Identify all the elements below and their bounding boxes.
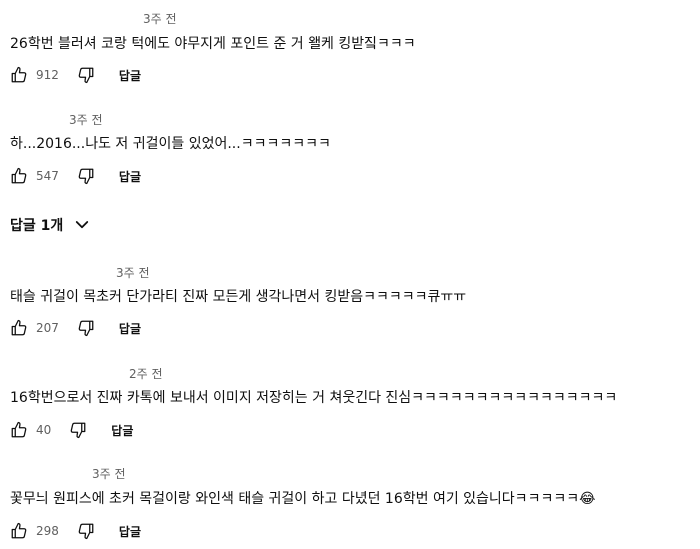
comment-timestamp: 3주 전 xyxy=(69,113,103,127)
comment-actions: 207 답글 xyxy=(10,318,141,338)
chevron-down-icon xyxy=(76,221,89,229)
comment-text: 태슬 귀걸이 목초커 단가라티 진짜 모든게 생각나면서 킹받음ㅋㅋㅋㅋㅋ큐ㅠㅠ xyxy=(10,289,467,305)
thumb-down-icon[interactable] xyxy=(69,421,87,439)
comment-timestamp: 3주 전 xyxy=(143,12,177,26)
thumb-up-icon[interactable] xyxy=(10,167,28,185)
like-count: 547 xyxy=(36,169,59,183)
comment-text: 16학번으로서 진짜 카톡에 보내서 이미지 저장히는 거 쳐웃긴다 진심ㅋㅋㅋ… xyxy=(10,390,618,406)
comment-actions: 298 답글 xyxy=(10,521,141,541)
thumb-down-icon[interactable] xyxy=(77,319,95,337)
reply-button[interactable]: 답글 xyxy=(111,422,133,439)
thumb-up-icon[interactable] xyxy=(10,319,28,337)
comment-timestamp: 3주 전 xyxy=(92,467,126,481)
reply-button[interactable]: 답글 xyxy=(119,168,141,185)
replies-toggle-label: 답글 1개 xyxy=(10,218,64,234)
like-count: 40 xyxy=(36,423,52,437)
like-count: 207 xyxy=(36,321,59,335)
thumb-up-icon[interactable] xyxy=(10,66,28,84)
thumb-up-icon[interactable] xyxy=(10,522,28,540)
comment-text: 꽃무늬 원피스에 초커 목걸이랑 와인색 태슬 귀걸이 하고 다녔던 16학번 … xyxy=(10,491,596,507)
reply-button[interactable]: 답글 xyxy=(119,320,141,337)
thumb-down-icon[interactable] xyxy=(77,167,95,185)
comment-timestamp: 3주 전 xyxy=(116,266,150,280)
reply-button[interactable]: 답글 xyxy=(119,67,141,84)
thumb-up-icon[interactable] xyxy=(10,421,28,439)
comment-text: 하...2016...나도 저 귀걸이들 있었어...ㅋㅋㅋㅋㅋㅋㅋ xyxy=(10,136,331,152)
like-count: 912 xyxy=(36,68,59,82)
like-count: 298 xyxy=(36,524,59,538)
comment-actions: 40 답글 xyxy=(10,420,133,440)
thumb-down-icon[interactable] xyxy=(77,522,95,540)
comment-timestamp: 2주 전 xyxy=(129,367,163,381)
comment-text: 26학번 블러셔 코랑 턱에도 야무지게 포인트 준 거 왤케 킹받짘ㅋㅋㅋ xyxy=(10,36,416,52)
replies-toggle-button[interactable]: 답글 1개 xyxy=(10,214,91,236)
comment-actions: 912 답글 xyxy=(10,65,141,85)
reply-button[interactable]: 답글 xyxy=(119,523,141,540)
thumb-down-icon[interactable] xyxy=(77,66,95,84)
comment-actions: 547 답글 xyxy=(10,166,141,186)
